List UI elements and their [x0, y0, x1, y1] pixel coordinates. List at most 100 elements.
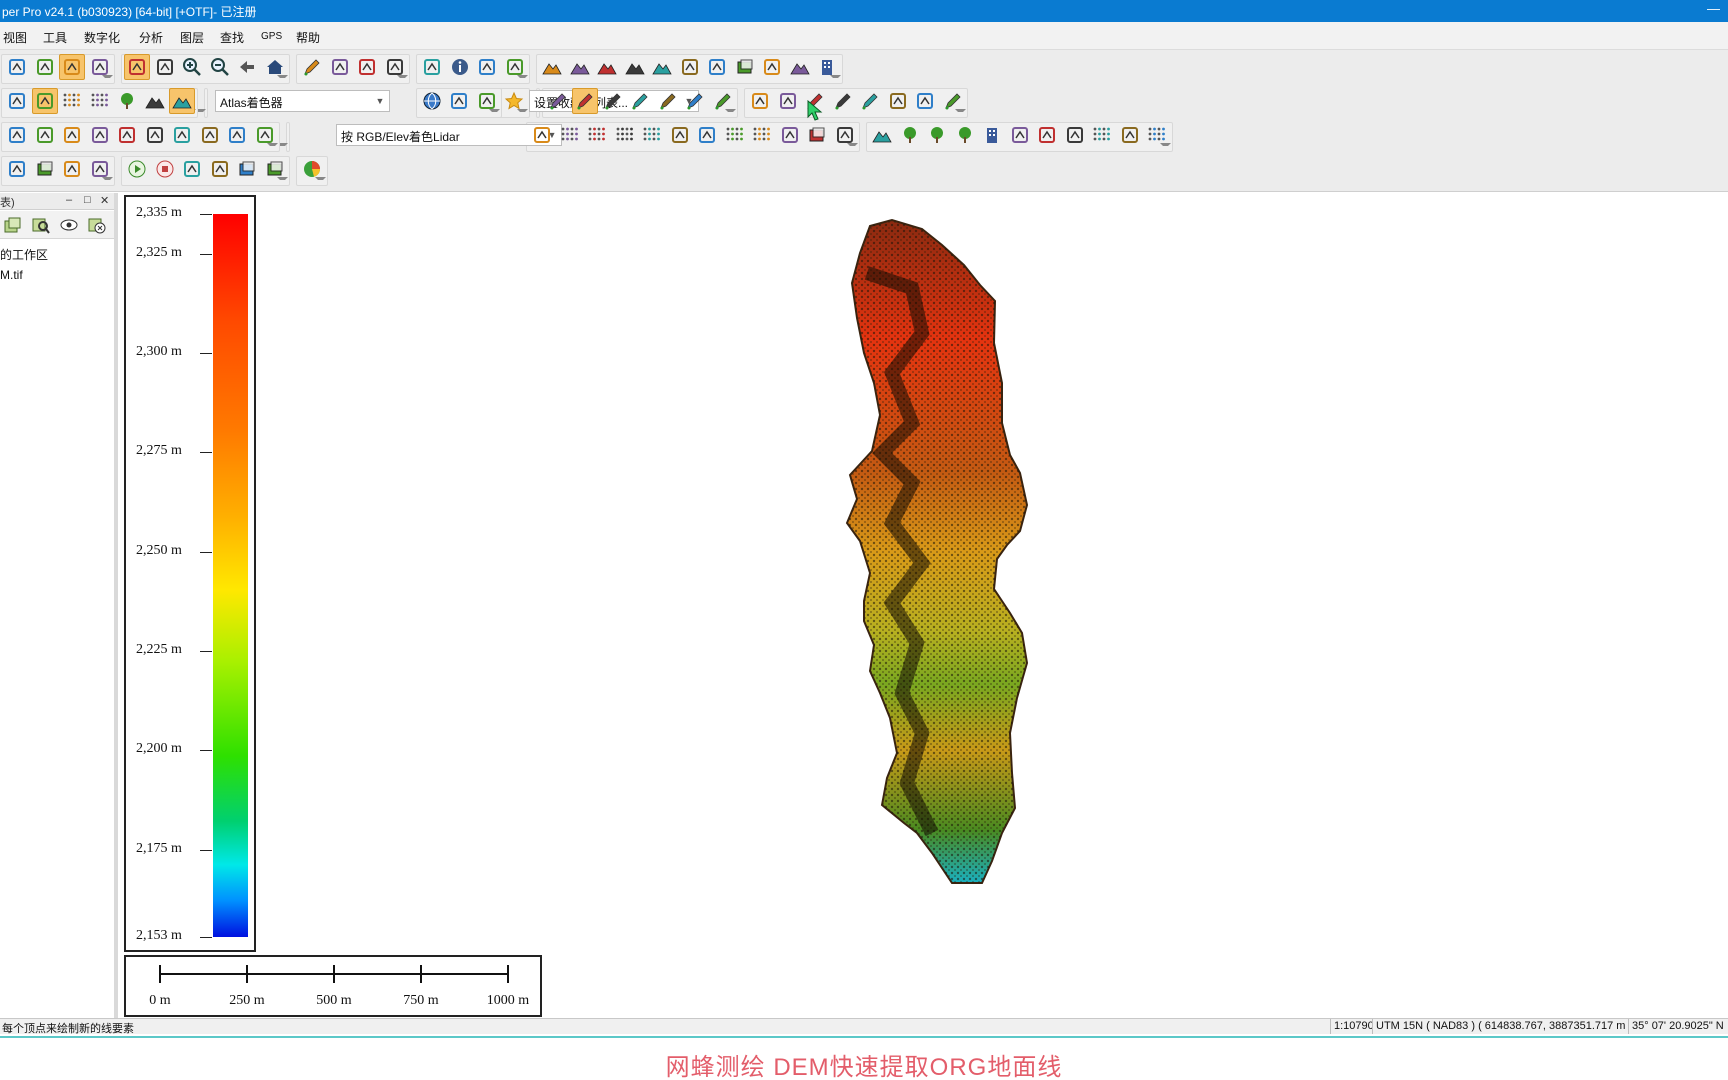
visibility-eye-icon[interactable] — [56, 212, 82, 238]
zoom-box-icon[interactable] — [124, 54, 150, 80]
menu-layer[interactable]: 图层 — [180, 29, 204, 46]
cut-icon[interactable] — [252, 122, 278, 148]
digitize-line-active-icon[interactable] — [572, 88, 598, 114]
export-icon[interactable] — [502, 54, 528, 80]
3d-view-icon[interactable] — [4, 88, 30, 114]
digitize-pen-icon[interactable] — [600, 88, 626, 114]
bird-icon[interactable] — [179, 156, 205, 182]
minimize-button[interactable]: — — [1707, 1, 1720, 16]
path-icon[interactable] — [207, 156, 233, 182]
image-icon[interactable] — [732, 54, 758, 80]
target-icon[interactable] — [747, 88, 773, 114]
menu-search[interactable]: 查找 — [220, 29, 244, 46]
terrain3-icon[interactable] — [594, 54, 620, 80]
menu-digitize[interactable]: 数字化 — [84, 29, 120, 46]
elevation-icon[interactable] — [787, 54, 813, 80]
terrain2-icon[interactable] — [567, 54, 593, 80]
globe-icon[interactable] — [419, 88, 445, 114]
add-layer-icon[interactable] — [234, 156, 260, 182]
info-icon[interactable] — [447, 54, 473, 80]
split-icon[interactable] — [87, 122, 113, 148]
digitize-line-icon[interactable] — [545, 88, 571, 114]
add-layer-icon[interactable] — [0, 212, 26, 238]
menu-view[interactable]: 视图 — [3, 29, 27, 46]
panel-minimize-icon[interactable]: – — [66, 194, 72, 206]
classify-icon[interactable] — [832, 122, 858, 148]
grass-icon[interactable] — [897, 122, 923, 148]
lidar-search-icon[interactable] — [584, 122, 610, 148]
digitize-pen2-icon[interactable] — [627, 88, 653, 114]
vertex-icon[interactable] — [32, 122, 58, 148]
lidar-points-icon[interactable] — [557, 122, 583, 148]
stop-icon[interactable] — [152, 156, 178, 182]
digitize-edit-icon[interactable] — [710, 88, 736, 114]
measure-icon[interactable] — [775, 88, 801, 114]
shader-select[interactable]: Atlas着色器 ▼ — [215, 90, 390, 112]
star-icon[interactable] — [501, 88, 527, 114]
image-layer-icon[interactable] — [32, 156, 58, 182]
lidar-search2-icon[interactable] — [612, 122, 638, 148]
satellite-icon[interactable] — [759, 54, 785, 80]
digitize-snap2-icon[interactable] — [830, 88, 856, 114]
terrain4-icon[interactable] — [622, 54, 648, 80]
pie-icon[interactable] — [299, 156, 325, 182]
shapes-icon[interactable] — [885, 88, 911, 114]
control-center-icon[interactable] — [4, 54, 30, 80]
tree-icon[interactable] — [952, 122, 978, 148]
puzzle-icon[interactable] — [59, 156, 85, 182]
key-icon[interactable] — [1117, 122, 1143, 148]
remove-layer-icon[interactable] — [262, 156, 288, 182]
pole-icon[interactable] — [1007, 122, 1033, 148]
pan-hand-icon[interactable] — [152, 54, 178, 80]
tree-item-layer[interactable]: M.tif — [0, 265, 48, 285]
move-icon[interactable] — [4, 122, 30, 148]
lidar-bars2-icon[interactable] — [87, 88, 113, 114]
paint-icon[interactable] — [87, 156, 113, 182]
bush-icon[interactable] — [924, 122, 950, 148]
map-view[interactable] — [122, 193, 1728, 1018]
zoom-layer-icon[interactable] — [28, 212, 54, 238]
powerline-icon[interactable] — [1034, 122, 1060, 148]
trees-icon[interactable] — [114, 88, 140, 114]
map-layout-icon[interactable] — [87, 54, 113, 80]
join-icon[interactable] — [169, 122, 195, 148]
table-icon[interactable] — [382, 54, 408, 80]
select-rect-icon[interactable] — [327, 54, 353, 80]
configure-icon[interactable] — [32, 54, 58, 80]
cluster2-icon[interactable] — [749, 122, 775, 148]
pencil-icon[interactable] — [299, 54, 325, 80]
play-icon[interactable] — [124, 156, 150, 182]
digitize-pen4-icon[interactable] — [682, 88, 708, 114]
contour-icon[interactable] — [704, 54, 730, 80]
zoom-out-icon[interactable] — [207, 54, 233, 80]
delete-icon[interactable] — [354, 54, 380, 80]
back-arrow-icon[interactable] — [234, 54, 260, 80]
terrain-shade-icon[interactable] — [142, 88, 168, 114]
merge-icon[interactable] — [114, 122, 140, 148]
zoom-in-icon[interactable] — [179, 54, 205, 80]
lidar-bars-icon[interactable] — [59, 88, 85, 114]
moon-icon[interactable] — [474, 88, 500, 114]
digitize-erase-icon[interactable] — [857, 88, 883, 114]
menu-gps[interactable]: GPS — [261, 31, 282, 42]
edit-feature-icon[interactable] — [667, 122, 693, 148]
ruler-icon[interactable] — [419, 54, 445, 80]
search-doc-icon[interactable] — [474, 54, 500, 80]
overlay-control-icon[interactable] — [59, 54, 85, 80]
menu-help[interactable]: 帮助 — [296, 29, 320, 46]
noise-icon[interactable] — [1089, 122, 1115, 148]
building2-icon[interactable] — [979, 122, 1005, 148]
mountain-icon[interactable] — [869, 122, 895, 148]
gear-sun-icon[interactable] — [446, 88, 472, 114]
ground-icon[interactable] — [777, 122, 803, 148]
crop-icon[interactable] — [224, 122, 250, 148]
profile-icon[interactable] — [649, 54, 675, 80]
remove-layer-icon[interactable] — [84, 212, 110, 238]
digitize-pen3-icon[interactable] — [655, 88, 681, 114]
panel-close-icon[interactable]: ✕ — [100, 194, 109, 207]
edit-pen-icon[interactable] — [940, 88, 966, 114]
reshape-icon[interactable] — [197, 122, 223, 148]
layers-icon[interactable] — [804, 122, 830, 148]
cluster-icon[interactable] — [722, 122, 748, 148]
line-tool-icon[interactable] — [59, 122, 85, 148]
